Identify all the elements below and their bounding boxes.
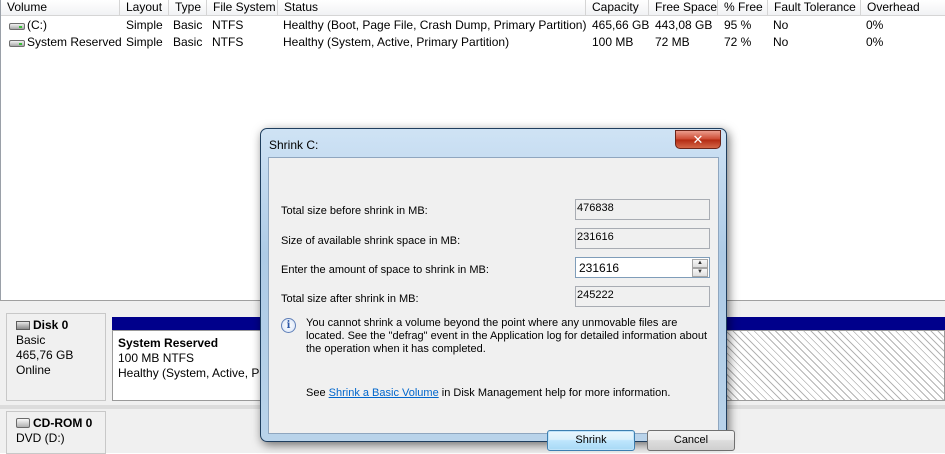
cdrom-0-type: DVD (D:) bbox=[16, 431, 65, 445]
shrink-help-link[interactable]: Shrink a Basic Volume bbox=[329, 387, 439, 399]
table-row[interactable]: System Reserved Simple Basic NTFS Health… bbox=[1, 34, 945, 51]
chevron-down-icon: ▼ bbox=[697, 269, 703, 275]
volume-file-system: NTFS bbox=[212, 35, 244, 49]
volume-pct-free: 95 % bbox=[724, 18, 752, 32]
volume-fault-tolerance: No bbox=[773, 18, 789, 32]
close-icon: ✕ bbox=[692, 132, 704, 147]
info-icon: i bbox=[281, 318, 296, 333]
shrink-button[interactable]: Shrink bbox=[547, 430, 635, 451]
column-header-fault-tolerance[interactable]: Fault Tolerance bbox=[768, 0, 861, 16]
total-before-label: Total size before shrink in MB: bbox=[281, 205, 428, 217]
shrink-amount-input[interactable] bbox=[576, 258, 691, 277]
volume-capacity: 465,66 GB bbox=[592, 18, 650, 32]
volume-capacity: 100 MB bbox=[592, 35, 634, 49]
available-space-label: Size of available shrink space in MB: bbox=[281, 235, 461, 247]
disk-0-name: Disk 0 bbox=[33, 318, 69, 332]
volume-file-system: NTFS bbox=[212, 18, 244, 32]
dialog-title: Shrink C: bbox=[269, 138, 319, 152]
volume-fault-tolerance: No bbox=[773, 35, 789, 49]
cdrom-0-label[interactable]: CD-ROM 0 DVD (D:) bbox=[6, 411, 106, 454]
shrink-amount-stepper[interactable]: ▲ ▼ bbox=[575, 257, 710, 278]
spin-up-button[interactable]: ▲ bbox=[692, 259, 708, 268]
column-header-type[interactable]: Type bbox=[169, 0, 207, 16]
disk-0-label[interactable]: Disk 0 Basic 465,76 GB Online bbox=[6, 313, 106, 401]
help-line: See Shrink a Basic Volume in Disk Manage… bbox=[306, 387, 670, 399]
volume-free-space: 72 MB bbox=[655, 35, 690, 49]
partition-status: Healthy (System, Active, Pri bbox=[118, 366, 267, 380]
column-header-free-space[interactable]: Free Space bbox=[649, 0, 718, 16]
volume-pct-free: 72 % bbox=[724, 35, 752, 49]
info-message: You cannot shrink a volume beyond the po… bbox=[306, 317, 708, 355]
partition-name: System Reserved bbox=[118, 336, 219, 350]
table-row[interactable]: (C:) Simple Basic NTFS Healthy (Boot, Pa… bbox=[1, 17, 945, 34]
help-prefix: See bbox=[306, 387, 329, 399]
volume-layout: Simple bbox=[126, 35, 163, 49]
spin-down-button[interactable]: ▼ bbox=[692, 268, 708, 277]
volume-free-space: 443,08 GB bbox=[655, 18, 713, 32]
close-button[interactable]: ✕ bbox=[675, 130, 721, 149]
disk-0-size: 465,76 GB bbox=[16, 348, 74, 362]
available-space-field: 231616 bbox=[575, 228, 710, 249]
volume-name: (C:) bbox=[27, 18, 47, 32]
column-header-file-system[interactable]: File System bbox=[207, 0, 278, 16]
system-reserved-partition[interactable]: System Reserved 100 MB NTFS Healthy (Sys… bbox=[112, 330, 272, 401]
volume-type: Basic bbox=[173, 35, 203, 49]
cd-rom-icon bbox=[16, 418, 30, 428]
cancel-button[interactable]: Cancel bbox=[647, 430, 735, 451]
column-header-pct-free[interactable]: % Free bbox=[718, 0, 768, 16]
column-header-capacity[interactable]: Capacity bbox=[586, 0, 649, 16]
volume-layout: Simple bbox=[126, 18, 163, 32]
chevron-up-icon: ▲ bbox=[697, 260, 703, 266]
dialog-body: Total size before shrink in MB: 476838 S… bbox=[268, 157, 735, 451]
total-after-label: Total size after shrink in MB: bbox=[281, 293, 419, 305]
cdrom-0-name: CD-ROM 0 bbox=[33, 416, 93, 430]
volume-overhead: 0% bbox=[866, 18, 884, 32]
total-before-field: 476838 bbox=[575, 199, 710, 220]
shrink-dialog: Shrink C: ✕ Total size before shrink in … bbox=[260, 128, 735, 451]
shrink-amount-label: Enter the amount of space to shrink in M… bbox=[281, 264, 489, 276]
volume-overhead: 0% bbox=[866, 35, 884, 49]
help-suffix: in Disk Management help for more informa… bbox=[438, 387, 671, 399]
disk-0-status: Online bbox=[16, 363, 51, 377]
column-header-volume[interactable]: Volume bbox=[1, 0, 120, 16]
volume-name: System Reserved bbox=[27, 35, 122, 49]
c-partition-selected[interactable] bbox=[724, 330, 945, 401]
partition-size: 100 MB NTFS bbox=[118, 351, 195, 365]
column-header-layout[interactable]: Layout bbox=[120, 0, 169, 16]
disk-icon bbox=[16, 321, 30, 330]
column-header-overhead[interactable]: Overhead bbox=[861, 0, 945, 16]
volume-type: Basic bbox=[173, 18, 203, 32]
total-after-field: 245222 bbox=[575, 286, 710, 307]
volume-status: Healthy (System, Active, Primary Partiti… bbox=[283, 35, 510, 49]
volume-status: Healthy (Boot, Page File, Crash Dump, Pr… bbox=[283, 18, 587, 32]
disk-0-type: Basic bbox=[16, 333, 46, 347]
column-header-status[interactable]: Status bbox=[278, 0, 586, 16]
